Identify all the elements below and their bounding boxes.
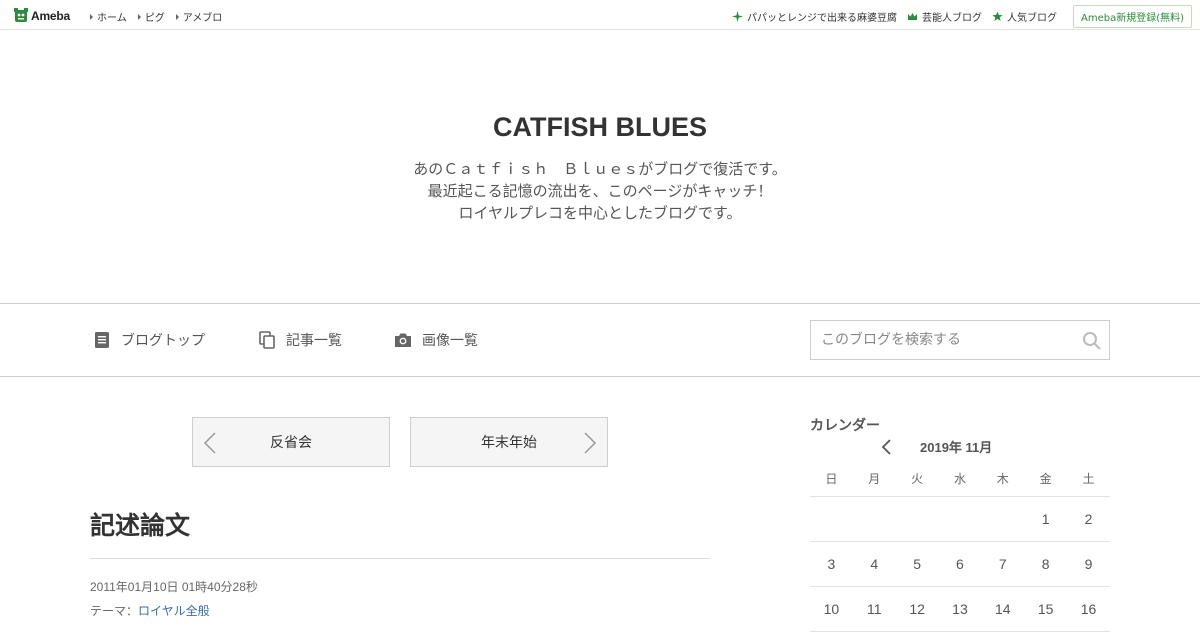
- calendar-month: 2019年 11月: [920, 440, 993, 455]
- article-list-label: 記事一覧: [286, 333, 342, 349]
- popular-blog-label: 人気ブログ: [1006, 13, 1057, 24]
- calendar-day: 5: [895, 541, 939, 587]
- prev-article-label: 反省会: [270, 435, 312, 451]
- blog-search: [810, 320, 1110, 360]
- blog-description-line: ロイヤルプレコを中心としたブログです。: [458, 204, 742, 222]
- calendar-weekday-row: 日 月 火 水 木 金 土: [810, 461, 1110, 497]
- weekday-label: 土: [1067, 461, 1110, 497]
- calendar-day: 11: [852, 586, 896, 632]
- weekday-label: 木: [981, 461, 1025, 497]
- blog-description: あのＣａｔｆｉｓｈ Ｂｌｕｅｓがブログで復活です。 最近起こる記憶の流出を、この…: [0, 158, 1200, 224]
- logo-text: Ameba: [31, 8, 71, 23]
- blog-description-line: 最近起こる記憶の流出を、このページがキャッチ！: [427, 182, 773, 200]
- calendar-day: [852, 496, 896, 542]
- blog-title[interactable]: CATFISH BLUES: [0, 112, 1200, 143]
- calendar-day: 10: [810, 586, 853, 632]
- arrow-icon: [175, 13, 179, 20]
- copy-icon: [259, 331, 275, 349]
- divider: [90, 558, 710, 559]
- chevron-right-icon: [584, 432, 597, 454]
- calendar-day: 8: [1024, 541, 1068, 587]
- ameba-mascot-icon: [14, 8, 28, 22]
- next-article-label: 年末年始: [481, 435, 537, 451]
- calendar-day: 3: [810, 541, 853, 587]
- calendar-week-row: 10 11 12 13 14 15 16: [810, 586, 1110, 632]
- nav-home-link[interactable]: ホーム: [90, 9, 127, 24]
- promo-label: パパッとレンジで出来る麻婆豆腐: [746, 13, 897, 24]
- sparkle-icon: [731, 11, 743, 22]
- weekday-label: 月: [852, 461, 896, 497]
- promo-link[interactable]: パパッとレンジで出来る麻婆豆腐: [731, 9, 897, 24]
- calendar-table: 日 月 火 水 木 金 土 1 2 3 4 5 6 7 8 9 10 11 12…: [810, 461, 1110, 632]
- image-list-link[interactable]: 画像一覧: [394, 330, 478, 350]
- blog-top-label: ブログトップ: [121, 333, 205, 349]
- weekday-label: 日: [810, 461, 853, 497]
- chevron-left-icon[interactable]: [880, 438, 892, 456]
- calendar-day: [938, 496, 982, 542]
- nav-pigg-link[interactable]: ピグ: [137, 9, 165, 24]
- calendar-day: 1: [1024, 496, 1068, 542]
- crown-icon: [907, 13, 917, 20]
- article-date: 2011年01月10日 01時40分28秒: [90, 580, 258, 594]
- header-links: パパッとレンジで出来る麻婆豆腐 芸能人ブログ 人気ブログ Ameba新規登録(無…: [722, 5, 1192, 28]
- calendar-week-row: 3 4 5 6 7 8 9: [810, 541, 1110, 587]
- article-title[interactable]: 記述論文: [90, 506, 190, 542]
- calendar-day: [810, 496, 853, 542]
- calendar-day: 14: [981, 586, 1025, 632]
- calendar-day: 9: [1067, 541, 1110, 587]
- calendar-day: 2: [1067, 496, 1110, 542]
- blog-header: CATFISH BLUES あのＣａｔｆｉｓｈ Ｂｌｕｅｓがブログで復活です。 …: [0, 30, 1200, 303]
- celebrity-blog-link[interactable]: 芸能人ブログ: [907, 9, 982, 24]
- document-icon: [95, 332, 109, 348]
- search-icon[interactable]: [1082, 331, 1101, 350]
- chevron-left-icon: [203, 432, 216, 454]
- nav-pigg-label: ピグ: [144, 13, 165, 24]
- calendar-day: [981, 496, 1025, 542]
- calendar-day: 15: [1024, 586, 1068, 632]
- camera-icon: [395, 333, 411, 347]
- star-icon: [992, 11, 1003, 21]
- calendar-day: 16: [1067, 586, 1110, 632]
- blog-nav: ブログトップ 記事一覧 画像一覧: [0, 303, 1200, 377]
- arrow-icon: [137, 13, 141, 20]
- global-nav: ホーム ピグ アメブロ: [90, 9, 222, 24]
- blog-top-link[interactable]: ブログトップ: [93, 330, 205, 350]
- ameba-logo[interactable]: Ameba: [13, 7, 70, 24]
- theme-label: テーマ：: [90, 604, 139, 618]
- calendar-heading: カレンダー: [810, 418, 880, 434]
- nav-ameblo-link[interactable]: アメブロ: [175, 9, 223, 24]
- nav-home-label: ホーム: [97, 13, 127, 24]
- calendar-week-row: 1 2: [810, 496, 1110, 542]
- calendar-day: 6: [938, 541, 982, 587]
- weekday-label: 金: [1024, 461, 1068, 497]
- calendar-day: 7: [981, 541, 1025, 587]
- prev-article-button[interactable]: 反省会: [192, 417, 390, 467]
- weekday-label: 火: [895, 461, 939, 497]
- arrow-icon: [90, 13, 93, 20]
- blog-description-line: あのＣａｔｆｉｓｈ Ｂｌｕｅｓがブログで復活です。: [413, 160, 787, 178]
- weekday-label: 水: [938, 461, 982, 497]
- article-list-link[interactable]: 記事一覧: [258, 330, 342, 350]
- calendar-day: [895, 496, 939, 542]
- image-list-label: 画像一覧: [422, 333, 478, 349]
- calendar-day: 12: [895, 586, 939, 632]
- calendar-day: 4: [852, 541, 896, 587]
- popular-blog-link[interactable]: 人気ブログ: [992, 9, 1057, 24]
- global-header: Ameba ホーム ピグ アメブロ パパッとレンジで出来る麻婆豆腐 芸能人ブログ…: [0, 0, 1200, 30]
- nav-ameblo-label: アメブロ: [182, 13, 223, 24]
- celebrity-blog-label: 芸能人ブログ: [921, 13, 982, 24]
- article-theme: テーマ：ロイヤル全般: [90, 602, 210, 619]
- calendar-day: 13: [938, 586, 982, 632]
- register-button[interactable]: Ameba新規登録(無料): [1072, 5, 1192, 28]
- next-article-button[interactable]: 年末年始: [410, 417, 608, 467]
- search-input[interactable]: [811, 321, 1071, 359]
- theme-link[interactable]: ロイヤル全般: [138, 604, 210, 618]
